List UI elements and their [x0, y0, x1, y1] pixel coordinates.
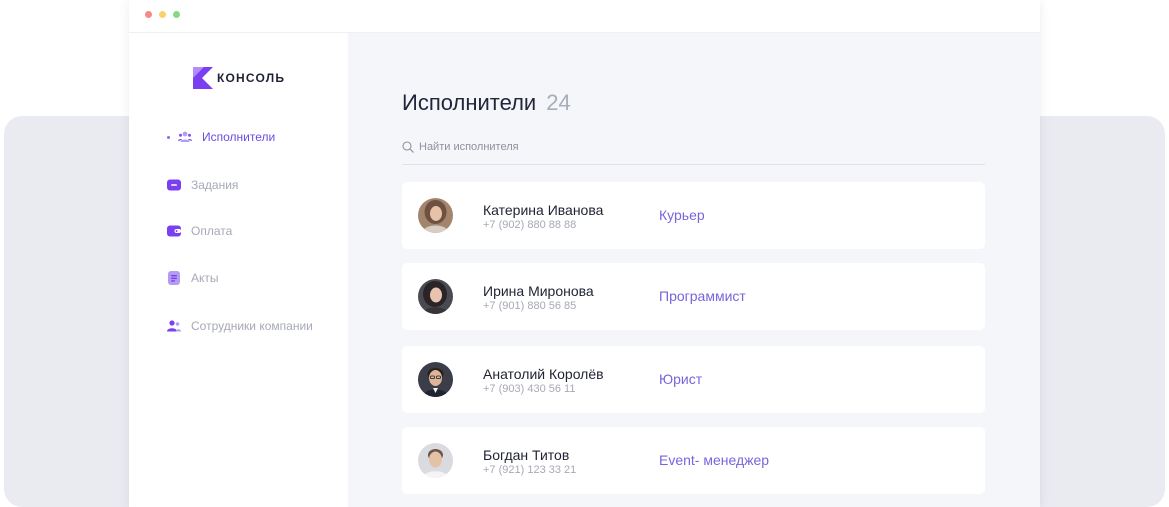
performer-role: Юрист	[659, 371, 703, 387]
performer-card[interactable]: Ирина Миронова +7 (901) 880 56 85 Програ…	[402, 263, 985, 330]
wallet-icon	[167, 225, 181, 237]
sidebar-item-label: Оплата	[191, 224, 233, 238]
sidebar-item-tasks[interactable]: Задания	[167, 176, 238, 194]
performer-name: Ирина Миронова	[483, 283, 594, 299]
sidebar-item-acts[interactable]: Акты	[167, 269, 219, 287]
folder-icon	[167, 179, 181, 191]
employees-icon	[167, 320, 181, 332]
avatar	[418, 443, 453, 478]
performer-phone: +7 (921) 123 33 21	[483, 464, 577, 476]
logo[interactable]: КОНСОЛЬ	[193, 67, 285, 89]
search-icon[interactable]	[402, 141, 414, 153]
performer-role: Программист	[659, 288, 746, 304]
performer-role: Event- менеджер	[659, 452, 770, 468]
window-titlebar	[129, 0, 1040, 33]
sidebar: КОНСОЛЬ Исполнители Задания Оплата Акты …	[129, 33, 348, 507]
avatar	[418, 198, 453, 233]
performer-card[interactable]: Богдан Титов +7 (921) 123 33 21 Event- м…	[402, 427, 985, 494]
sidebar-item-label: Задания	[191, 178, 239, 192]
document-icon	[168, 271, 180, 285]
logo-mark-icon	[193, 67, 213, 89]
avatar	[418, 362, 453, 397]
active-indicator	[167, 135, 170, 139]
sidebar-item-label: Сотрудники компании	[191, 319, 313, 333]
users-icon	[178, 131, 192, 142]
main-content: Исполнители 24 Катерина Иванова +7 (902) …	[348, 33, 1040, 507]
sidebar-item-payment[interactable]: Оплата	[167, 222, 232, 240]
performer-card[interactable]: Катерина Иванова +7 (902) 880 88 88 Курь…	[402, 182, 985, 249]
logo-text: КОНСОЛЬ	[217, 71, 286, 85]
sidebar-item-performers[interactable]: Исполнители	[167, 128, 275, 146]
close-window-button[interactable]	[145, 11, 152, 18]
maximize-window-button[interactable]	[173, 11, 180, 18]
performer-phone: +7 (901) 880 56 85	[483, 300, 577, 312]
performer-card[interactable]: Анатолий Королёв +7 (903) 430 56 11 Юрис…	[402, 346, 985, 413]
sidebar-item-label: Исполнители	[202, 130, 276, 144]
page-title: Исполнители 24	[402, 90, 571, 116]
minimize-window-button[interactable]	[159, 11, 166, 18]
performers-count: 24	[546, 90, 571, 115]
performer-role: Курьер	[659, 207, 705, 223]
performer-name: Анатолий Королёв	[483, 366, 604, 382]
sidebar-item-employees[interactable]: Сотрудники компании	[167, 317, 313, 335]
performer-name: Катерина Иванова	[483, 202, 604, 218]
search-bar	[402, 138, 985, 165]
performer-phone: +7 (903) 430 56 11	[483, 383, 576, 395]
avatar	[418, 279, 453, 314]
page-title-text: Исполнители	[402, 90, 537, 115]
performer-phone: +7 (902) 880 88 88	[483, 219, 577, 231]
search-input[interactable]	[419, 138, 719, 156]
app-window: КОНСОЛЬ Исполнители Задания Оплата Акты …	[129, 0, 1040, 507]
sidebar-item-label: Акты	[191, 271, 219, 285]
performer-name: Богдан Титов	[483, 447, 570, 463]
